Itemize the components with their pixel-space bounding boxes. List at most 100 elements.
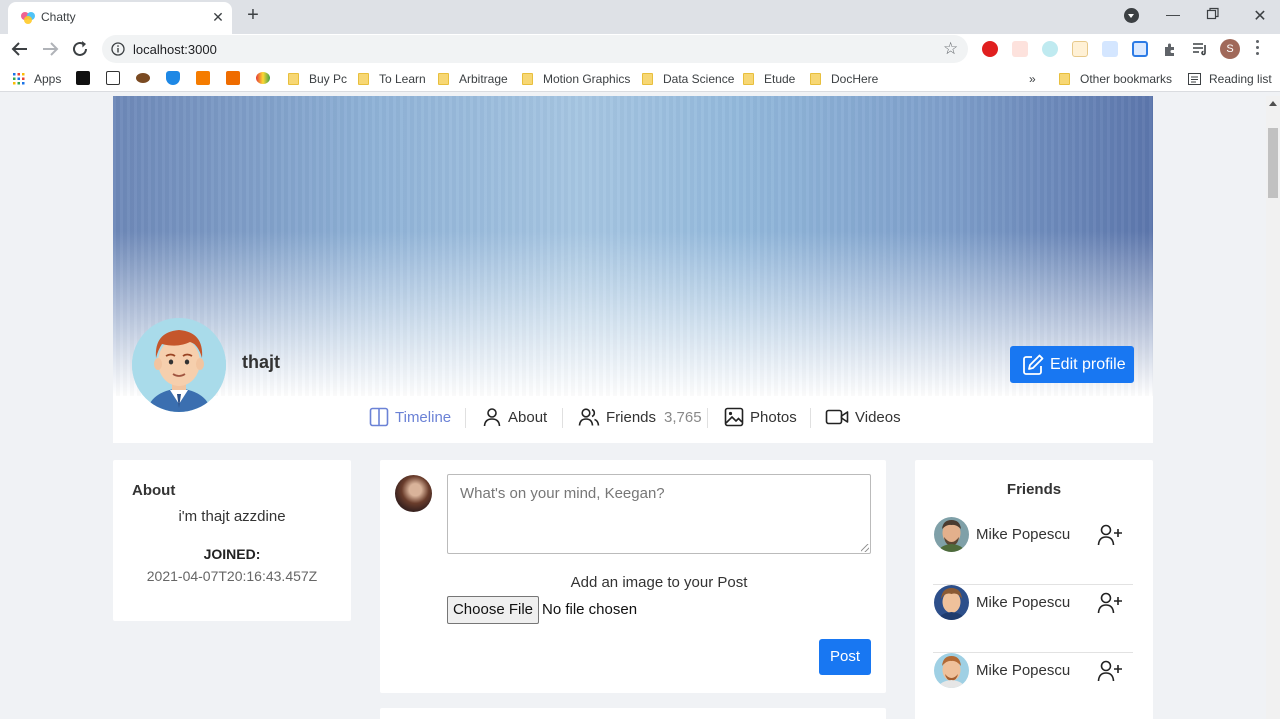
extension-icon[interactable] bbox=[1042, 41, 1058, 57]
bookmark-folder-dochere[interactable]: DocHere bbox=[810, 71, 878, 87]
menu-kebab-icon[interactable] bbox=[1256, 40, 1260, 56]
forward-icon[interactable] bbox=[39, 38, 61, 60]
bookmark-label: Etude bbox=[764, 72, 796, 86]
folder-icon bbox=[522, 73, 533, 85]
edit-profile-button[interactable]: Edit profile bbox=[1010, 346, 1134, 383]
url-text: localhost:3000 bbox=[133, 42, 217, 57]
friends-card: Friends Mike Popescu Mike Popescu Mike P… bbox=[915, 460, 1153, 719]
minimize-button[interactable]: — bbox=[1162, 6, 1184, 26]
folder-icon bbox=[1059, 73, 1070, 85]
post-button[interactable]: Post bbox=[819, 639, 871, 675]
media-control-icon[interactable] bbox=[1192, 41, 1208, 57]
blogger-icon[interactable] bbox=[196, 71, 210, 85]
bookmark-folder-buy-pc[interactable]: Buy Pc bbox=[288, 71, 347, 87]
tab-photos[interactable]: Photos bbox=[724, 402, 797, 432]
tab-friends[interactable]: Friends 3,765 bbox=[578, 402, 702, 432]
page-viewport: thajt Edit profile Timeline About Friend… bbox=[0, 96, 1266, 719]
chatty-favicon-icon bbox=[21, 12, 35, 24]
tab-divider bbox=[562, 408, 563, 428]
bookmark-shield-icon[interactable] bbox=[166, 71, 180, 85]
tab-close-icon[interactable]: ✕ bbox=[209, 8, 227, 26]
tab-label: Photos bbox=[750, 408, 797, 426]
tab-title: Chatty bbox=[41, 10, 76, 24]
bookmark-site-icon[interactable] bbox=[76, 71, 90, 85]
friend-list-item[interactable]: Mike Popescu bbox=[933, 585, 1133, 653]
extension-icon[interactable] bbox=[1072, 41, 1088, 57]
extension-icon[interactable] bbox=[1012, 41, 1028, 57]
scroll-up-arrow-icon[interactable] bbox=[1269, 101, 1277, 106]
tab-divider bbox=[810, 408, 811, 428]
bookmark-folder-to-learn[interactable]: To Learn bbox=[358, 71, 426, 87]
choose-file-button[interactable]: Choose File bbox=[447, 596, 539, 624]
tab-search-icon[interactable] bbox=[1124, 8, 1139, 23]
profile-avatar[interactable] bbox=[132, 318, 226, 412]
bookmarks-overflow-button[interactable]: » bbox=[1029, 71, 1036, 87]
friend-list-item[interactable]: Mike Popescu bbox=[933, 517, 1133, 585]
profile-username: thajt bbox=[242, 352, 280, 372]
reading-list-label: Reading list bbox=[1209, 72, 1272, 86]
reload-icon[interactable] bbox=[69, 38, 91, 60]
bookmark-folder-etude[interactable]: Etude bbox=[743, 71, 795, 87]
tab-about[interactable]: About bbox=[482, 402, 547, 432]
scrollbar-thumb[interactable] bbox=[1268, 128, 1278, 198]
close-window-button[interactable]: ✕ bbox=[1249, 6, 1271, 26]
add-friend-icon[interactable] bbox=[1097, 659, 1123, 683]
post-text-input[interactable] bbox=[447, 474, 871, 554]
apps-bookmark[interactable]: Apps bbox=[13, 71, 61, 87]
cartoon-man-avatar-icon bbox=[132, 318, 226, 412]
extension-icon[interactable] bbox=[1102, 41, 1118, 57]
about-title: About bbox=[132, 482, 176, 499]
image-icon bbox=[724, 407, 744, 427]
edit-icon bbox=[1023, 354, 1044, 375]
cover-photo bbox=[113, 96, 1153, 396]
browser-tab-strip: Chatty ✕ + — ✕ bbox=[0, 0, 1280, 34]
tab-label: Videos bbox=[855, 408, 901, 426]
joined-date: 2021-04-07T20:16:43.457Z bbox=[146, 568, 318, 584]
bookmark-site-icon[interactable] bbox=[136, 73, 150, 83]
bookmark-label: Arbitrage bbox=[459, 72, 508, 86]
browser-tab[interactable]: Chatty ✕ bbox=[8, 2, 232, 34]
browser-toolbar: localhost:3000 ☆ S bbox=[0, 34, 1280, 64]
extension-icon[interactable] bbox=[1132, 41, 1148, 57]
bookmarks-bar: Apps Buy Pc To Learn Arbitrage Motion Gr… bbox=[0, 64, 1280, 92]
profile-avatar-button[interactable]: S bbox=[1220, 39, 1240, 59]
tab-videos[interactable]: Videos bbox=[825, 402, 901, 432]
bookmark-folder-arbitrage[interactable]: Arbitrage bbox=[438, 71, 508, 87]
friend-avatar bbox=[934, 517, 969, 552]
bookmark-label: Other bookmarks bbox=[1080, 72, 1173, 86]
tab-timeline[interactable]: Timeline bbox=[369, 402, 451, 432]
opera-extension-icon[interactable] bbox=[982, 41, 998, 57]
extensions-puzzle-icon[interactable] bbox=[1162, 41, 1178, 57]
tab-label: Friends bbox=[606, 408, 657, 426]
site-info-icon[interactable] bbox=[111, 42, 125, 56]
bookmark-folder-data-science[interactable]: Data Science bbox=[642, 71, 734, 87]
next-post-card bbox=[380, 708, 886, 719]
about-bio: i'm thajt azzdine bbox=[178, 508, 286, 525]
add-friend-icon[interactable] bbox=[1097, 523, 1123, 547]
bookmark-site-icon[interactable] bbox=[256, 72, 270, 84]
bookmark-star-icon[interactable]: ☆ bbox=[943, 39, 958, 59]
bookmark-folder-motion-graphics[interactable]: Motion Graphics bbox=[522, 71, 630, 87]
textarea-resize-handle[interactable] bbox=[861, 544, 869, 552]
edit-profile-label: Edit profile bbox=[1050, 355, 1126, 373]
composer-avatar bbox=[395, 475, 432, 512]
add-friend-icon[interactable] bbox=[1097, 591, 1123, 615]
post-composer-card: Add an image to your Post Choose File No… bbox=[380, 460, 886, 693]
back-icon[interactable] bbox=[9, 38, 31, 60]
profile-nav-tabs: Timeline About Friends 3,765 Photos Vide… bbox=[113, 402, 1153, 432]
restore-button[interactable] bbox=[1206, 7, 1220, 21]
new-tab-button[interactable]: + bbox=[243, 5, 263, 26]
other-bookmarks-folder[interactable]: Other bookmarks bbox=[1059, 71, 1172, 87]
page-scrollbar[interactable] bbox=[1266, 96, 1280, 719]
tab-label: About bbox=[508, 408, 548, 426]
reading-list-button[interactable]: Reading list bbox=[1188, 71, 1272, 87]
folder-icon bbox=[743, 73, 754, 85]
tab-divider bbox=[465, 408, 466, 428]
bookmark-site-icon[interactable] bbox=[106, 71, 120, 85]
joined-label: JOINED: bbox=[203, 546, 261, 562]
friend-list-item[interactable]: Mike Popescu bbox=[933, 653, 1133, 719]
folder-icon bbox=[358, 73, 369, 85]
friend-avatar bbox=[934, 585, 969, 620]
address-bar[interactable]: localhost:3000 ☆ bbox=[102, 35, 968, 63]
bookmark-site-icon[interactable] bbox=[226, 71, 240, 85]
